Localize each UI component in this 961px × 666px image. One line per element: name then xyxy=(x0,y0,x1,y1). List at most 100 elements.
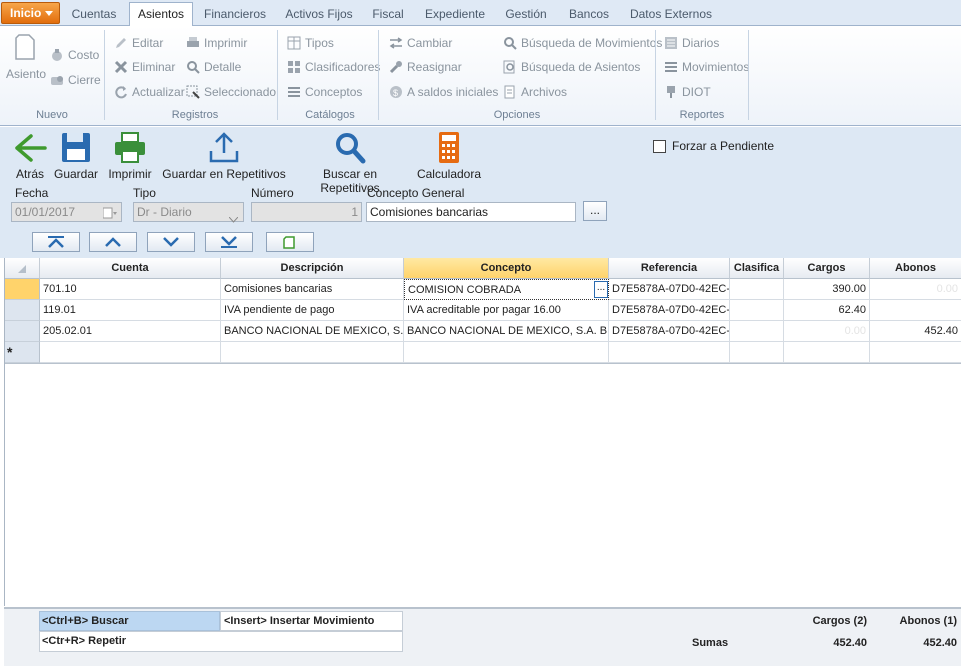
first-record-button[interactable] xyxy=(32,232,80,252)
new-row-cell[interactable] xyxy=(404,342,609,363)
guardar-repetitivos-button[interactable]: Guardar en Repetitivos xyxy=(162,131,286,181)
new-row-cell[interactable] xyxy=(730,342,784,363)
seleccionado-button[interactable]: Seleccionado xyxy=(186,83,276,101)
new-record-button[interactable] xyxy=(266,232,314,252)
cell-abonos[interactable]: 452.40 xyxy=(870,321,961,342)
cell-descripcion[interactable]: Comisiones bancarias xyxy=(221,279,404,300)
cell-concepto[interactable]: BANCO NACIONAL DE MEXICO, S.A. BNM xyxy=(404,321,609,342)
concepto-general-browse-button[interactable]: ... xyxy=(583,201,607,221)
new-row-marker[interactable]: * xyxy=(5,342,40,363)
cell-abonos[interactable]: 0.00 xyxy=(870,279,961,300)
forzar-pendiente-checkbox[interactable] xyxy=(653,140,666,153)
concepto-general-input[interactable]: Comisiones bancarias xyxy=(366,202,576,222)
tab-datos-externos[interactable]: Datos Externos xyxy=(626,4,716,26)
reasignar-button[interactable]: Reasignar xyxy=(389,58,462,76)
new-costo-button[interactable]: Costo xyxy=(50,46,99,64)
tab-gestion[interactable]: Gestión xyxy=(500,4,552,26)
fecha-field[interactable]: 01/01/2017 xyxy=(11,202,122,222)
movimientos-button[interactable]: Movimientos xyxy=(664,58,749,76)
cell-clasifica[interactable] xyxy=(730,300,784,321)
tab-asientos[interactable]: Asientos xyxy=(129,2,193,27)
cell-cuenta[interactable]: 701.10 xyxy=(40,279,221,300)
report-lines-icon xyxy=(664,60,679,74)
saldos-iniciales-button[interactable]: $ A saldos iniciales xyxy=(389,83,498,101)
calculadora-button[interactable]: Calculadora xyxy=(414,131,484,181)
new-row-cell[interactable] xyxy=(609,342,730,363)
new-row-cell[interactable] xyxy=(40,342,221,363)
cell-referencia[interactable]: D7E5878A-07D0-42EC-B xyxy=(609,279,730,300)
eliminar-label: Eliminar xyxy=(132,60,176,74)
cell-cuenta[interactable]: 119.01 xyxy=(40,300,221,321)
calculator-icon xyxy=(439,132,459,163)
imprimir-button[interactable]: Imprimir xyxy=(104,131,156,181)
conceptos-button[interactable]: Conceptos xyxy=(287,83,362,101)
ribbon-tab-bar: Inicio Cuentas Asientos Financieros Acti… xyxy=(0,0,961,27)
previous-record-button[interactable] xyxy=(89,232,137,252)
concepto-browse-button[interactable]: ... xyxy=(594,281,608,298)
tab-expediente[interactable]: Expediente xyxy=(420,4,490,26)
tab-financieros[interactable]: Financieros xyxy=(200,4,270,26)
tab-bancos[interactable]: Bancos xyxy=(563,4,615,26)
tab-fiscal[interactable]: Fiscal xyxy=(366,4,410,26)
cell-cuenta[interactable]: 205.02.01 xyxy=(40,321,221,342)
new-row-cell[interactable] xyxy=(870,342,961,363)
column-header-abonos[interactable]: Abonos xyxy=(870,258,961,279)
row-header[interactable] xyxy=(5,279,40,300)
cell-cargos[interactable]: 0.00 xyxy=(784,321,870,342)
row-header[interactable] xyxy=(5,321,40,342)
actualizar-label: Actualizar xyxy=(132,85,185,99)
new-row-cell[interactable] xyxy=(784,342,870,363)
column-header-cuenta[interactable]: Cuenta xyxy=(40,258,221,279)
tipo-select[interactable]: Dr - Diario xyxy=(133,202,244,223)
column-header-referencia[interactable]: Referencia xyxy=(609,258,730,279)
cambiar-button[interactable]: Cambiar xyxy=(389,34,452,52)
detalle-button[interactable]: Detalle xyxy=(186,58,241,76)
new-row-cell[interactable] xyxy=(221,342,404,363)
cell-descripcion[interactable]: BANCO NACIONAL DE MEXICO, S.A. xyxy=(221,321,404,342)
cell-descripcion[interactable]: IVA pendiente de pago xyxy=(221,300,404,321)
magnifier-icon xyxy=(503,36,518,50)
entry-toolbar-area: Atrás Guardar Imprimir Guardar en Repeti… xyxy=(0,127,961,258)
cell-clasifica[interactable] xyxy=(730,279,784,300)
column-header-concepto[interactable]: Concepto xyxy=(404,258,609,279)
new-cierre-button[interactable]: Cierre xyxy=(50,71,101,89)
cell-cargos[interactable]: 390.00 xyxy=(784,279,870,300)
ribbon-panel: Asiento Costo Cierre Nuevo Editar Elimin… xyxy=(0,26,961,126)
diot-button[interactable]: DIOT xyxy=(664,83,711,101)
imprimir-ribbon-button[interactable]: Imprimir xyxy=(186,34,247,52)
actualizar-button[interactable]: Actualizar xyxy=(114,83,185,101)
cell-concepto-active[interactable]: COMISION COBRADA ... xyxy=(404,279,609,300)
column-header-descripcion[interactable]: Descripción xyxy=(221,258,404,279)
cell-referencia[interactable]: D7E5878A-07D0-42EC-B xyxy=(609,300,730,321)
busqueda-asientos-button[interactable]: Búsqueda de Asientos xyxy=(503,58,640,76)
new-asiento-button[interactable]: Asiento xyxy=(6,32,46,81)
tipos-button[interactable]: Tipos xyxy=(287,34,334,52)
cell-abonos[interactable] xyxy=(870,300,961,321)
diarios-button[interactable]: Diarios xyxy=(664,34,719,52)
cell-cargos[interactable]: 62.40 xyxy=(784,300,870,321)
busqueda-movimientos-button[interactable]: Búsqueda de Movimientos xyxy=(503,34,662,52)
eliminar-button[interactable]: Eliminar xyxy=(114,58,175,76)
tab-cuentas[interactable]: Cuentas xyxy=(66,4,122,26)
saldos-label: A saldos iniciales xyxy=(407,85,499,99)
row-header[interactable] xyxy=(5,300,40,321)
printer-icon xyxy=(186,36,201,50)
last-record-button[interactable] xyxy=(205,232,253,252)
guardar-button[interactable]: Guardar xyxy=(52,131,100,181)
tab-activos-fijos[interactable]: Activos Fijos xyxy=(280,4,358,26)
cell-referencia[interactable]: D7E5878A-07D0-42EC-B xyxy=(609,321,730,342)
start-menu-button[interactable]: Inicio xyxy=(1,2,60,24)
column-header-cargos[interactable]: Cargos xyxy=(784,258,870,279)
numero-field[interactable]: 1 xyxy=(251,202,362,222)
cell-concepto[interactable]: IVA acreditable por pagar 16.00 xyxy=(404,300,609,321)
next-record-button[interactable] xyxy=(147,232,195,252)
archivos-button[interactable]: Archivos xyxy=(503,83,567,101)
cell-clasifica[interactable] xyxy=(730,321,784,342)
calendar-icon[interactable] xyxy=(102,206,117,219)
search-document-icon xyxy=(503,60,518,74)
atras-button[interactable]: Atrás xyxy=(12,131,48,181)
grid-corner[interactable] xyxy=(5,258,40,279)
clasificadores-button[interactable]: Clasificadores xyxy=(287,58,380,76)
editar-button[interactable]: Editar xyxy=(114,34,163,52)
column-header-clasifica[interactable]: Clasifica xyxy=(730,258,784,279)
